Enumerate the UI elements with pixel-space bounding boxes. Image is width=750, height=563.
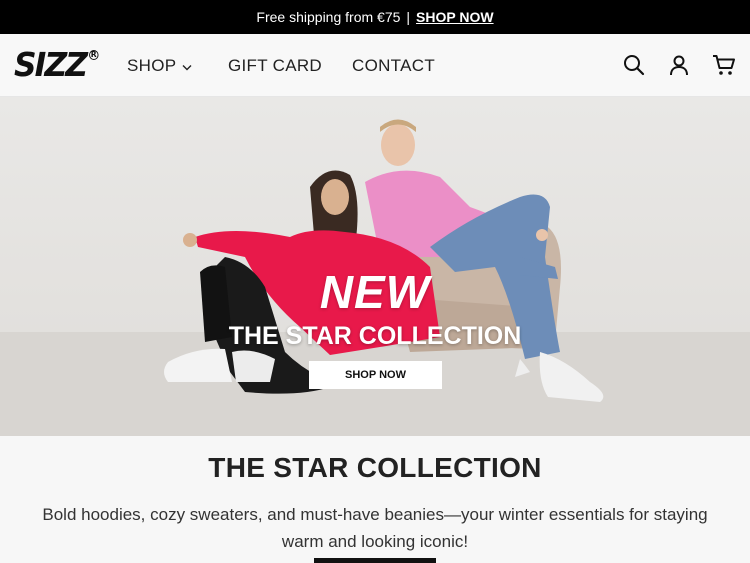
account-icon[interactable] [666,52,691,77]
announcement-shop-now-link[interactable]: SHOP NOW [416,9,494,25]
site-header: SIZZ R SHOP GIFT CARD CONTACT [0,34,750,97]
header-icons [621,52,736,77]
nav-item-contact-label: CONTACT [352,55,435,75]
chevron-down-icon [182,56,192,76]
cart-icon[interactable] [711,52,736,77]
collection-description: Bold hoodies, cozy sweaters, and must-ha… [42,505,708,551]
collection-title: THE STAR COLLECTION [208,452,542,483]
nav-item-shop-label: SHOP [127,55,177,75]
nav-item-contact[interactable]: CONTACT [352,56,435,76]
logo-text: SIZZ [14,45,88,84]
main-nav: SHOP GIFT CARD CONTACT [127,34,435,97]
hero-banner[interactable]: NEW THE STAR COLLECTION SHOP NOW [0,97,750,436]
announcement-separator: | [406,9,411,25]
logo[interactable]: SIZZ R [14,45,99,84]
nav-item-gift-card-label: GIFT CARD [228,55,323,75]
announcement-bar: Free shipping from €75 | SHOP NOW [0,0,750,34]
registered-mark: R [88,50,99,60]
hero-headline: NEW [319,266,431,318]
hero-shop-now-button[interactable]: SHOP NOW [309,361,442,389]
collection-button[interactable] [314,558,436,563]
nav-item-gift-card[interactable]: GIFT CARD [228,56,352,76]
nav-item-shop[interactable]: SHOP [127,56,228,76]
announcement-text: Free shipping from €75 [256,9,401,25]
search-icon[interactable] [621,52,646,77]
hero-subheadline: THE STAR COLLECTION [228,322,522,350]
